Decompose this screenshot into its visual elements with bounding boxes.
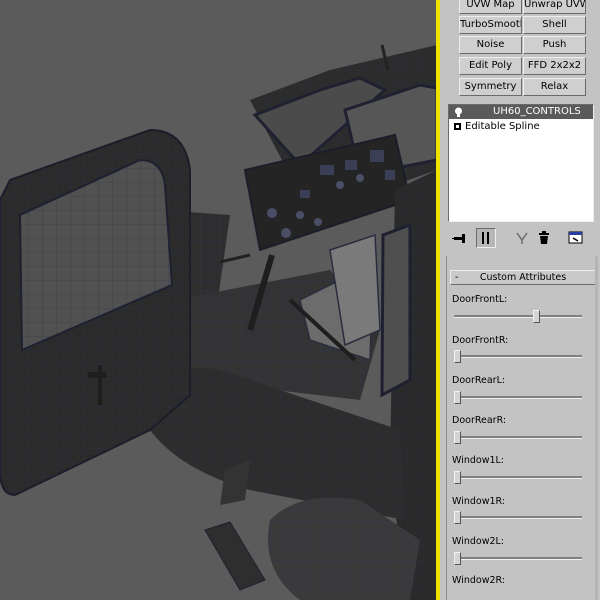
slider-window1l[interactable] <box>454 471 582 484</box>
attr-label-doorfrontl: DoorFrontL: <box>452 294 508 305</box>
slider-thumb[interactable] <box>454 431 461 444</box>
attr-label-window1l: Window1L: <box>452 455 504 466</box>
collapse-icon[interactable]: - <box>455 271 458 284</box>
stack-item-base-object[interactable]: Editable Spline <box>449 120 593 134</box>
custom-attributes-rollout: - Custom Attributes DoorFrontL: DoorFron… <box>446 256 599 600</box>
command-panel: UVW Map Unwrap UVW TurboSmooth Shell Noi… <box>440 0 600 600</box>
slider-doorrearl[interactable] <box>454 391 582 404</box>
pin-stack-icon[interactable] <box>450 228 470 248</box>
make-unique-icon[interactable] <box>512 228 532 248</box>
slider-track <box>454 516 582 519</box>
slider-track <box>454 315 582 318</box>
rollout-title: Custom Attributes <box>479 272 567 283</box>
slider-track <box>454 557 582 560</box>
slider-track <box>454 436 582 439</box>
slider-thumb[interactable] <box>454 511 461 524</box>
slider-track <box>454 476 582 479</box>
turbosmooth-button[interactable]: TurboSmooth <box>459 16 522 34</box>
noise-button[interactable]: Noise <box>459 36 522 54</box>
slider-doorfrontl[interactable] <box>454 310 582 323</box>
uvw-map-button[interactable]: UVW Map <box>459 0 522 14</box>
slider-doorrearr[interactable] <box>454 431 582 444</box>
attr-label-window2r: Window2R: <box>452 575 506 586</box>
slider-window2l[interactable] <box>454 552 582 565</box>
helicopter-cockpit-model <box>0 44 437 600</box>
relax-button[interactable]: Relax <box>523 78 586 96</box>
expand-box-icon[interactable] <box>454 123 461 130</box>
edit-poly-button[interactable]: Edit Poly <box>459 57 522 75</box>
attr-label-window2l: Window2L: <box>452 536 504 547</box>
lightbulb-icon[interactable] <box>454 107 463 117</box>
attr-label-doorrearl: DoorRearL: <box>452 375 506 386</box>
remove-modifier-icon[interactable] <box>534 228 554 248</box>
slider-thumb[interactable] <box>454 552 461 565</box>
slider-track <box>454 396 582 399</box>
symmetry-button[interactable]: Symmetry <box>459 78 522 96</box>
modifier-stack-list[interactable]: UH60_CONTROLS Editable Spline <box>448 104 594 222</box>
configure-modifier-sets-icon[interactable] <box>566 228 586 248</box>
slider-thumb[interactable] <box>454 391 461 404</box>
ffd-2x2x2-button[interactable]: FFD 2x2x2 <box>523 57 586 75</box>
slider-doorfrontr[interactable] <box>454 350 582 363</box>
rollout-title-bar[interactable]: - Custom Attributes <box>450 270 596 285</box>
show-end-result-icon[interactable] <box>476 228 496 248</box>
attr-label-window1r: Window1R: <box>452 496 506 507</box>
push-button[interactable]: Push <box>523 36 586 54</box>
stack-base-object-label: Editable Spline <box>465 121 540 132</box>
slider-thumb[interactable] <box>533 310 540 323</box>
panel-scrollbar[interactable] <box>595 256 598 600</box>
slider-window1r[interactable] <box>454 511 582 524</box>
perspective-viewport[interactable] <box>0 0 437 600</box>
slider-thumb[interactable] <box>454 471 461 484</box>
slider-track <box>454 355 582 358</box>
stack-toolbar <box>448 226 596 248</box>
stack-item-object[interactable]: UH60_CONTROLS <box>449 105 593 119</box>
attr-label-doorrearr: DoorRearR: <box>452 415 507 426</box>
slider-thumb[interactable] <box>454 350 461 363</box>
stack-object-name: UH60_CONTROLS <box>493 106 581 117</box>
unwrap-uvw-button[interactable]: Unwrap UVW <box>523 0 586 14</box>
shell-button[interactable]: Shell <box>523 16 586 34</box>
attr-label-doorfrontr: DoorFrontR: <box>452 335 509 346</box>
